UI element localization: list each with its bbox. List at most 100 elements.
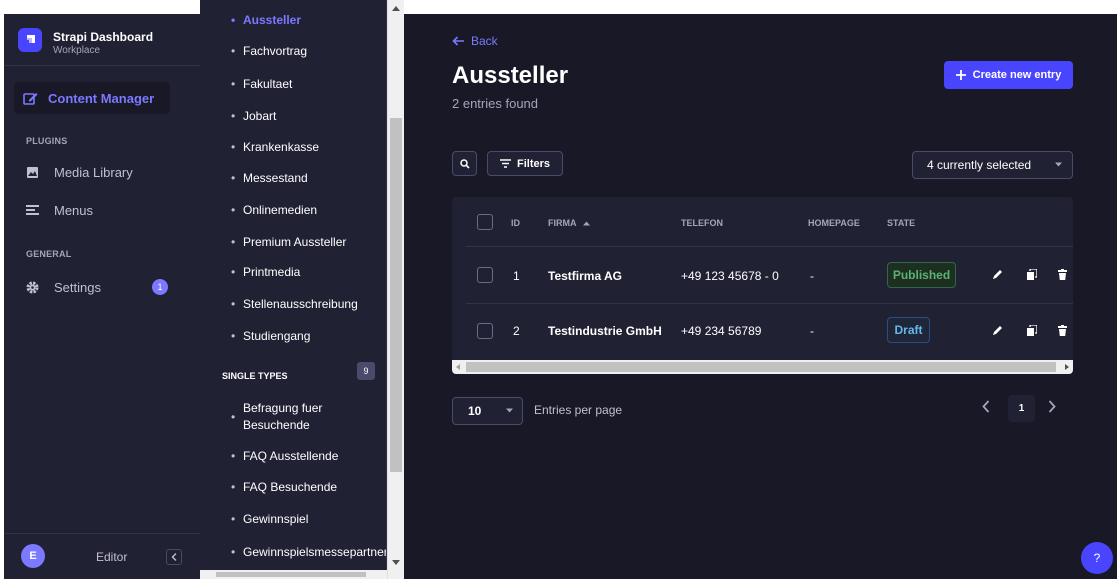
column-header-state[interactable]: STATE (887, 218, 915, 228)
subnav-item-aussteller[interactable]: • Aussteller (231, 13, 381, 27)
subnav-item-jobart[interactable]: • Jobart (231, 109, 381, 123)
subnav-item-gewinnspiel[interactable]: • Gewinnspiel (231, 512, 381, 526)
subnav-item-gewinnspielsmessepartner[interactable]: • Gewinnspielsmessepartner (231, 545, 386, 559)
duplicate-icon (1027, 325, 1037, 336)
cell-id: 1 (513, 269, 520, 283)
nav-item-label: Menus (54, 202, 94, 218)
entries-count: 2 entries found (452, 96, 539, 111)
chevron-down-icon (1055, 162, 1062, 167)
subnav-vertical-scrollbar[interactable] (387, 0, 404, 579)
subnav-item-printmedia[interactable]: • Printmedia (231, 265, 381, 279)
search-icon (459, 158, 470, 169)
entries-per-page-select[interactable]: 10 (452, 397, 523, 425)
subnav-item-stellenausschreibung[interactable]: • Stellenausschreibung (231, 297, 381, 311)
column-header-firma[interactable]: FIRMA (548, 218, 590, 228)
nav-item-settings[interactable]: Settings 1 (26, 276, 186, 298)
filters-button[interactable]: Filters (487, 151, 563, 176)
delete-entry-button[interactable] (1058, 269, 1067, 280)
subnav-horizontal-scrollbar[interactable] (200, 570, 387, 579)
help-button[interactable]: ? (1081, 542, 1113, 574)
cell-firma: Testindustrie GmbH (548, 324, 662, 338)
nav-footer: E Editor (4, 533, 200, 579)
cell-homepage: - (810, 324, 814, 338)
subnav-item-fakultaet[interactable]: • Fakultaet (231, 77, 381, 91)
entries-table: ID FIRMA TELEFON HOMEPAGE STATE 1 Testfi… (452, 197, 1073, 374)
chevron-left-icon (982, 400, 990, 413)
back-link[interactable]: Back (452, 34, 498, 48)
page-number-button[interactable]: 1 (1008, 395, 1035, 422)
select-all-checkbox[interactable] (477, 214, 493, 230)
trash-icon (1058, 269, 1067, 280)
scrollbar-thumb[interactable] (466, 362, 1056, 372)
arrow-left-icon (452, 36, 465, 46)
scroll-down-arrow-icon[interactable] (392, 560, 400, 565)
nav-item-label: Settings (54, 279, 101, 295)
section-label-single-types: SINGLE TYPES (222, 371, 288, 381)
entries-per-page-label: Entries per page (534, 403, 623, 417)
collapse-nav-button[interactable] (166, 549, 182, 565)
table-horizontal-scrollbar[interactable] (452, 360, 1073, 374)
scrollbar-thumb[interactable] (216, 572, 366, 577)
gear-icon (26, 281, 42, 294)
cell-telefon: +49 234 56789 (681, 324, 762, 338)
nav-item-menus[interactable]: Menus (26, 199, 186, 221)
subnav-item-krankenkasse[interactable]: • Krankenkasse (231, 140, 381, 154)
brand-header: Strapi Dashboard Workplace (4, 14, 200, 66)
previous-page-button[interactable] (982, 400, 990, 413)
section-label-plugins: PLUGINS (26, 136, 68, 146)
strapi-logo-icon (18, 28, 42, 52)
status-badge-published: Published (887, 262, 956, 288)
edit-entry-button[interactable] (992, 269, 1003, 280)
nav-item-media-library[interactable]: Media Library (26, 161, 186, 183)
main-navigation: Strapi Dashboard Workplace Content Manag… (4, 14, 200, 579)
row-checkbox[interactable] (477, 323, 493, 339)
brand-subtitle: Workplace (53, 45, 101, 56)
duplicate-icon (1027, 269, 1037, 280)
pencil-icon (993, 326, 1002, 335)
subnav-item-messestand[interactable]: • Messestand (231, 171, 381, 185)
row-divider (466, 303, 1073, 304)
page-title: Aussteller (452, 62, 569, 89)
subnav-item-faq-ausstellende[interactable]: • FAQ Ausstellende (231, 449, 381, 463)
subnav-item-befragung-fuer-besuchende[interactable]: • Befragung fuer Besuchende (231, 400, 381, 434)
plus-icon (955, 70, 966, 80)
user-avatar[interactable]: E (21, 544, 45, 568)
trash-icon (1058, 325, 1067, 336)
search-button[interactable] (452, 151, 477, 176)
column-header-id[interactable]: ID (511, 218, 520, 228)
duplicate-entry-button[interactable] (1027, 325, 1037, 336)
cell-telefon: +49 123 45678 - 0 (681, 269, 779, 283)
image-icon (26, 166, 42, 179)
chevron-down-icon (506, 408, 513, 413)
duplicate-entry-button[interactable] (1027, 269, 1037, 280)
column-header-telefon[interactable]: TELEFON (681, 218, 723, 228)
scroll-left-arrow-icon[interactable] (456, 364, 460, 370)
next-page-button[interactable] (1048, 400, 1056, 413)
create-new-entry-button[interactable]: Create new entry (944, 61, 1073, 89)
filter-icon (499, 159, 511, 168)
subnav-item-faq-besuchende[interactable]: • FAQ Besuchende (231, 480, 381, 494)
cell-homepage: - (810, 269, 814, 283)
subnav-item-fachvortrag[interactable]: • Fachvortrag (231, 44, 381, 58)
nav-item-label: Media Library (54, 164, 133, 180)
subnav-item-premium-aussteller[interactable]: • Premium Aussteller (231, 235, 381, 249)
main-content: Back Aussteller 2 entries found Create n… (404, 14, 1117, 579)
row-checkbox[interactable] (477, 267, 493, 283)
scroll-up-arrow-icon[interactable] (392, 6, 400, 11)
status-badge-draft: Draft (887, 317, 930, 343)
scroll-right-arrow-icon[interactable] (1065, 364, 1069, 370)
nav-item-content-manager[interactable]: Content Manager (14, 82, 170, 114)
section-label-general: GENERAL (26, 249, 72, 259)
scrollbar-thumb[interactable] (390, 118, 402, 472)
cell-id: 2 (513, 324, 520, 338)
subnav-item-studiengang[interactable]: • Studiengang (231, 329, 381, 343)
edit-entry-button[interactable] (992, 325, 1003, 336)
nav-item-label: Content Manager (48, 90, 155, 106)
single-types-count-badge: 9 (357, 362, 375, 380)
column-header-homepage[interactable]: HOMEPAGE (808, 218, 860, 228)
delete-entry-button[interactable] (1058, 325, 1067, 336)
displayed-columns-select[interactable]: 4 currently selected (912, 151, 1073, 179)
cell-firma: Testfirma AG (548, 269, 623, 283)
subnav-item-onlinemedien[interactable]: • Onlinemedien (231, 203, 381, 217)
pencil-icon (993, 270, 1002, 279)
